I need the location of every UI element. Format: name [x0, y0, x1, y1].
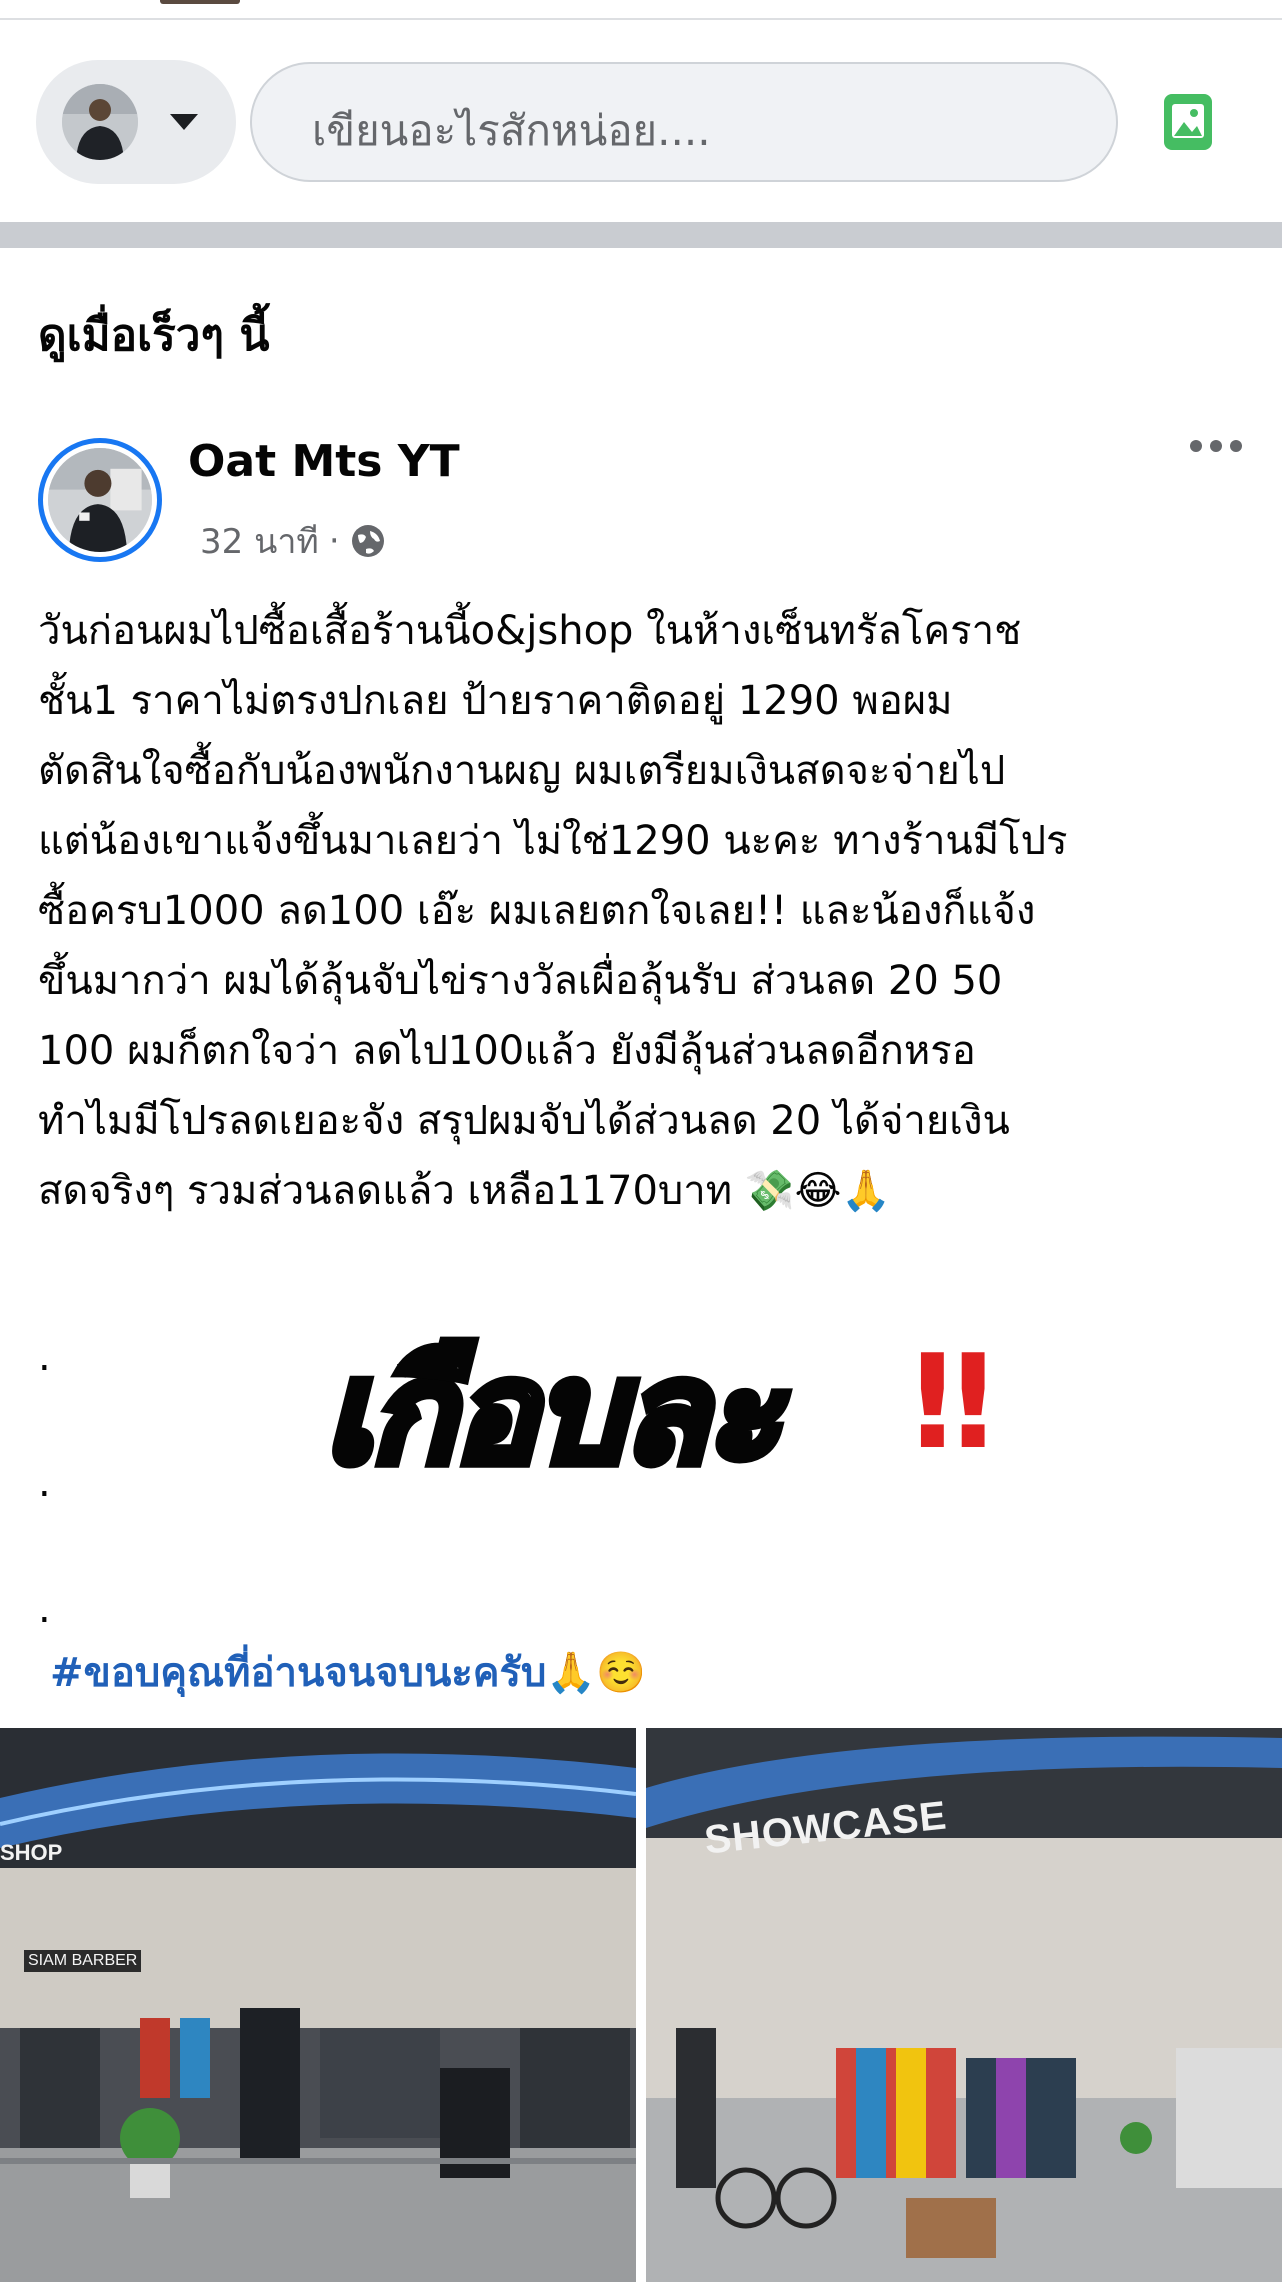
emphasis-text: เกือบละ [320, 1328, 786, 1500]
post-line: ทำไมมีโปรลดเยอะจัง สรุปผมจับได้ส่วนลด 20… [38, 1098, 1010, 1144]
post-line: ขึ้นมากว่า ผมได้ลุ้นจับไข่รางวัลเผื่อลุ้… [38, 958, 1003, 1004]
post-line: วันก่อนผมไปซื้อเสื้อร้านนี้o&jshop ในห้า… [38, 608, 1022, 654]
post-line: 100 ผมก็ตกใจว่า ลดไป100แล้ว ยังมีลุ้นส่ว… [38, 1028, 976, 1074]
post-line: ซื้อครบ1000 ลด100 เอ๊ะ ผมเลยตกใจเลย!! แล… [38, 888, 1036, 934]
section-divider [0, 222, 1282, 248]
meta-separator: · [328, 521, 340, 561]
post-line: ชั้น1 ราคาไม่ตรงปกเลย ป้ายราคาติดอยู่ 12… [38, 678, 953, 724]
store-photo-left[interactable]: SHOP SIAM BARBER [0, 1728, 636, 2282]
top-bar [0, 0, 1282, 20]
post-photos: SHOP SIAM BARBER SHOWCASE [0, 1728, 1282, 2282]
status-input-placeholder: เขียนอะไรสักหน่อย.... [312, 106, 711, 155]
avatar [62, 84, 138, 160]
post-line-last: สดจริงๆ รวมส่วนลดแล้ว เหลือ1170บาท 💸😂🙏 [38, 1156, 1248, 1226]
globe-icon [351, 525, 384, 557]
post-body: วันก่อนผมไปซื้อเสื้อร้านนี้o&jshop ในห้า… [38, 596, 1248, 1226]
more-options-button[interactable] [1190, 440, 1242, 452]
spacer-dot: . [38, 1460, 51, 1506]
status-input[interactable]: เขียนอะไรสักหน่อย.... [250, 62, 1118, 182]
money-laugh-pray-emoji: 💸😂🙏 [744, 1168, 892, 1214]
more-dot-icon [1190, 440, 1202, 452]
photo-icon[interactable] [1162, 92, 1214, 152]
recent-section-title: ดูเมื่อเร็วๆ นี้ [38, 310, 270, 361]
post-line: สดจริงๆ รวมส่วนลดแล้ว เหลือ1170บาท [38, 1168, 745, 1214]
post-meta: 32 นาที · [200, 514, 386, 568]
barber-sign: SIAM BARBER [24, 1950, 142, 1972]
profile-switcher[interactable] [36, 60, 236, 184]
post-author-avatar[interactable] [38, 438, 162, 562]
active-tab-indicator [160, 0, 240, 4]
double-exclamation-emoji: ‼ [912, 1326, 994, 1478]
spacer-dot: . [38, 1586, 51, 1632]
post-time[interactable]: 32 นาที [200, 514, 319, 568]
shop-sign: SHOP [0, 1840, 63, 1865]
hashtag-link[interactable]: #ขอบคุณที่อ่านจนจบนะครับ🙏☺️ [50, 1640, 646, 1704]
more-dot-icon [1210, 440, 1222, 452]
post-line: แต่น้องเขาแจ้งขึ้นมาเลยว่า ไม่ใช่1290 นะ… [38, 818, 1068, 864]
post-author-name[interactable]: Oat Mts YT [188, 436, 460, 487]
post-line: ตัดสินใจซื้อกับน้องพนักงานผญ ผมเตรียมเงิ… [38, 748, 1006, 794]
spacer-dot: . [38, 1334, 51, 1380]
store-photo-right[interactable]: SHOWCASE [646, 1728, 1282, 2282]
chevron-down-icon[interactable] [170, 114, 198, 130]
post-composer: เขียนอะไรสักหน่อย.... [0, 20, 1282, 222]
more-dot-icon [1230, 440, 1242, 452]
